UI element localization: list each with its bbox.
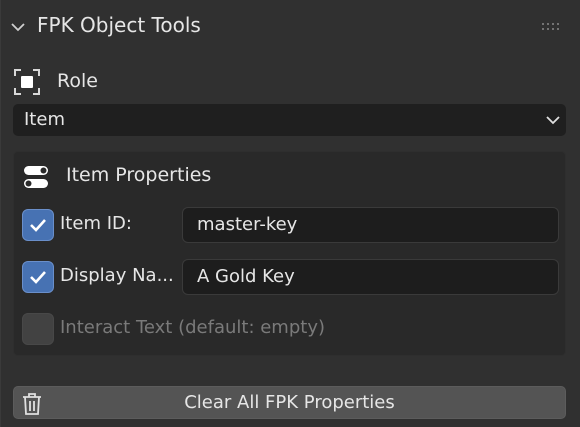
role-label: Role — [57, 70, 98, 92]
item-id-value: master-key — [197, 214, 298, 235]
clear-all-properties-label: Clear All FPK Properties — [184, 392, 395, 413]
display-name-label: Display Na... — [60, 265, 174, 286]
display-name-row: Display Na... A Gold Key — [22, 259, 562, 295]
item-properties-box: Item Properties Item ID: master-key Disp… — [13, 151, 566, 356]
toggle-properties-icon — [24, 166, 48, 188]
interact-text-checkbox[interactable] — [22, 313, 54, 345]
item-id-label: Item ID: — [60, 213, 132, 234]
display-name-value: A Gold Key — [197, 266, 295, 287]
clear-all-properties-button[interactable]: Clear All FPK Properties — [13, 386, 566, 419]
object-selection-icon — [14, 69, 40, 95]
display-name-checkbox[interactable] — [22, 261, 54, 293]
checkmark-icon — [30, 271, 46, 284]
panel-header[interactable]: FPK Object Tools — [1, 0, 580, 54]
panel-title: FPK Object Tools — [37, 13, 201, 37]
drag-grip-icon[interactable] — [541, 22, 561, 32]
item-properties-header: Item Properties — [22, 162, 422, 192]
checkmark-icon — [30, 219, 46, 232]
interact-text-label: Interact Text (default: empty) — [60, 317, 325, 338]
role-row: Role — [13, 66, 313, 98]
item-id-checkbox[interactable] — [22, 209, 54, 241]
interact-text-row: Interact Text (default: empty) — [22, 311, 562, 347]
display-name-field[interactable]: A Gold Key — [182, 259, 559, 295]
role-dropdown-value: Item — [24, 109, 65, 130]
role-dropdown[interactable]: Item — [13, 104, 566, 136]
chevron-down-icon[interactable] — [11, 20, 25, 34]
fpk-object-tools-panel: FPK Object Tools Role Item Item Properti… — [0, 0, 580, 427]
item-id-field[interactable]: master-key — [182, 207, 559, 243]
chevron-down-icon — [546, 116, 560, 125]
item-id-row: Item ID: master-key — [22, 207, 562, 243]
item-properties-title: Item Properties — [66, 164, 212, 186]
